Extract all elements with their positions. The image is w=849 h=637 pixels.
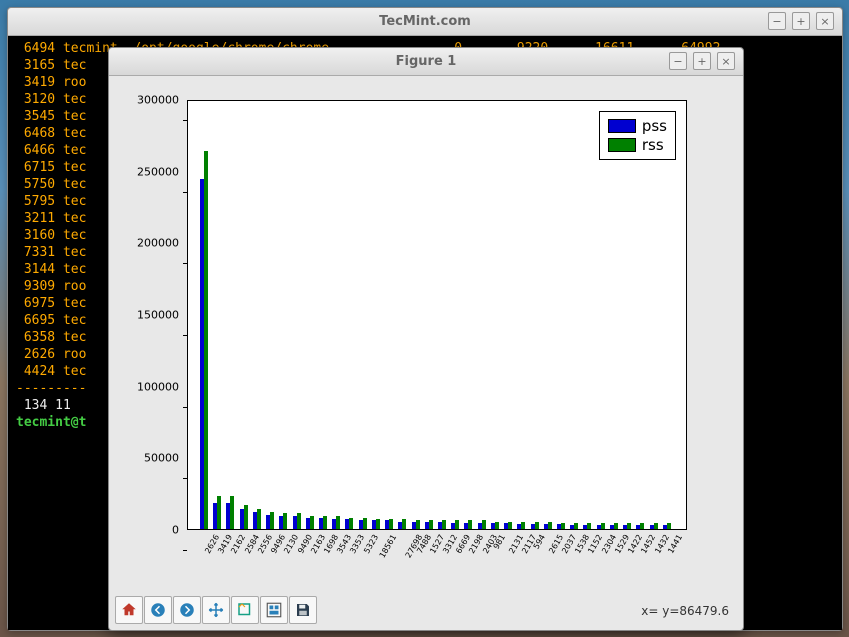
bar-rss [640, 523, 644, 529]
maximize-button[interactable]: + [792, 12, 810, 30]
legend-swatch-rss [608, 138, 636, 152]
y-tick-label: 250000 [137, 165, 179, 178]
move-icon [207, 601, 225, 619]
pan-button[interactable] [202, 596, 230, 624]
zoom-button[interactable] [231, 596, 259, 624]
x-axis-ticks: 2626341921622584255694962130949021631698… [187, 531, 687, 586]
bar-rss [455, 520, 459, 529]
matplotlib-toolbar [115, 596, 317, 624]
bar-rss [297, 513, 301, 529]
legend: pss rss [599, 111, 676, 160]
bar-rss [416, 520, 420, 529]
figure-window: Figure 1 − + × 0 50000 100000 150000 200000 2… [108, 47, 744, 631]
minimize-button[interactable]: − [768, 12, 786, 30]
bar-rss [429, 520, 433, 529]
legend-label-pss: pss [642, 117, 667, 135]
y-tick-label: 300000 [137, 94, 179, 107]
bar-rss [310, 516, 314, 529]
y-tick-label: 150000 [137, 309, 179, 322]
bar-rss [270, 512, 274, 529]
arrow-right-icon [178, 601, 196, 619]
close-button[interactable]: × [816, 12, 834, 30]
bar-rss [654, 523, 658, 529]
y-tick-label: 100000 [137, 380, 179, 393]
bar-rss [574, 523, 578, 529]
configure-icon [265, 601, 283, 619]
bar-rss [587, 523, 591, 529]
terminal-titlebar[interactable]: TecMint.com − + × [8, 8, 842, 36]
cursor-coordinates: x= y=86479.6 [641, 604, 729, 618]
minimize-button[interactable]: − [669, 52, 687, 70]
figure-canvas[interactable]: 0 50000 100000 150000 200000 250000 300000 pss… [115, 80, 739, 592]
save-button[interactable] [289, 596, 317, 624]
subplots-button[interactable] [260, 596, 288, 624]
figure-title: Figure 1 [396, 54, 457, 69]
bar-rss [442, 520, 446, 529]
bar-rss [336, 516, 340, 529]
y-axis-ticks: 050000100000150000200000250000300000 [115, 100, 183, 530]
close-button[interactable]: × [717, 52, 735, 70]
x-tick-label: 18561 [378, 533, 399, 560]
legend-label-rss: rss [642, 136, 664, 154]
zoom-icon [236, 601, 254, 619]
bar-rss [548, 522, 552, 529]
y-tick-label: 0 [172, 524, 179, 537]
bar-rss [363, 518, 367, 529]
terminal-title: TecMint.com [379, 14, 471, 29]
figure-window-controls: − + × [669, 52, 735, 70]
bar-rss [230, 496, 234, 529]
terminal-window-controls: − + × [768, 12, 834, 30]
bar-rss [601, 523, 605, 529]
bar-rss [614, 523, 618, 529]
bar-rss [349, 518, 353, 529]
bar-rss [508, 522, 512, 529]
forward-button[interactable] [173, 596, 201, 624]
bar-rss [204, 151, 208, 529]
bar-rss [376, 519, 380, 529]
bar-rss [402, 519, 406, 529]
back-button[interactable] [144, 596, 172, 624]
bar-rss [667, 523, 671, 529]
figure-titlebar[interactable]: Figure 1 − + × [109, 48, 743, 76]
bar-rss [521, 522, 525, 529]
legend-swatch-pss [608, 119, 636, 133]
save-icon [294, 601, 312, 619]
bar-rss [283, 513, 287, 529]
y-tick-label: 50000 [144, 452, 179, 465]
bar-rss [323, 516, 327, 529]
plot-area[interactable]: pss rss [187, 100, 687, 530]
home-button[interactable] [115, 596, 143, 624]
bar-rss [389, 519, 393, 529]
bar-rss [217, 496, 221, 529]
legend-item-rss: rss [608, 136, 667, 154]
bar-rss [535, 522, 539, 529]
bar-rss [257, 509, 261, 529]
bar-rss [482, 520, 486, 529]
legend-item-pss: pss [608, 117, 667, 135]
arrow-left-icon [149, 601, 167, 619]
bar-rss [244, 505, 248, 529]
bar-rss [561, 523, 565, 529]
maximize-button[interactable]: + [693, 52, 711, 70]
home-icon [120, 601, 138, 619]
bar-rss [627, 523, 631, 529]
y-tick-label: 200000 [137, 237, 179, 250]
bar-rss [495, 522, 499, 529]
bar-rss [468, 520, 472, 529]
